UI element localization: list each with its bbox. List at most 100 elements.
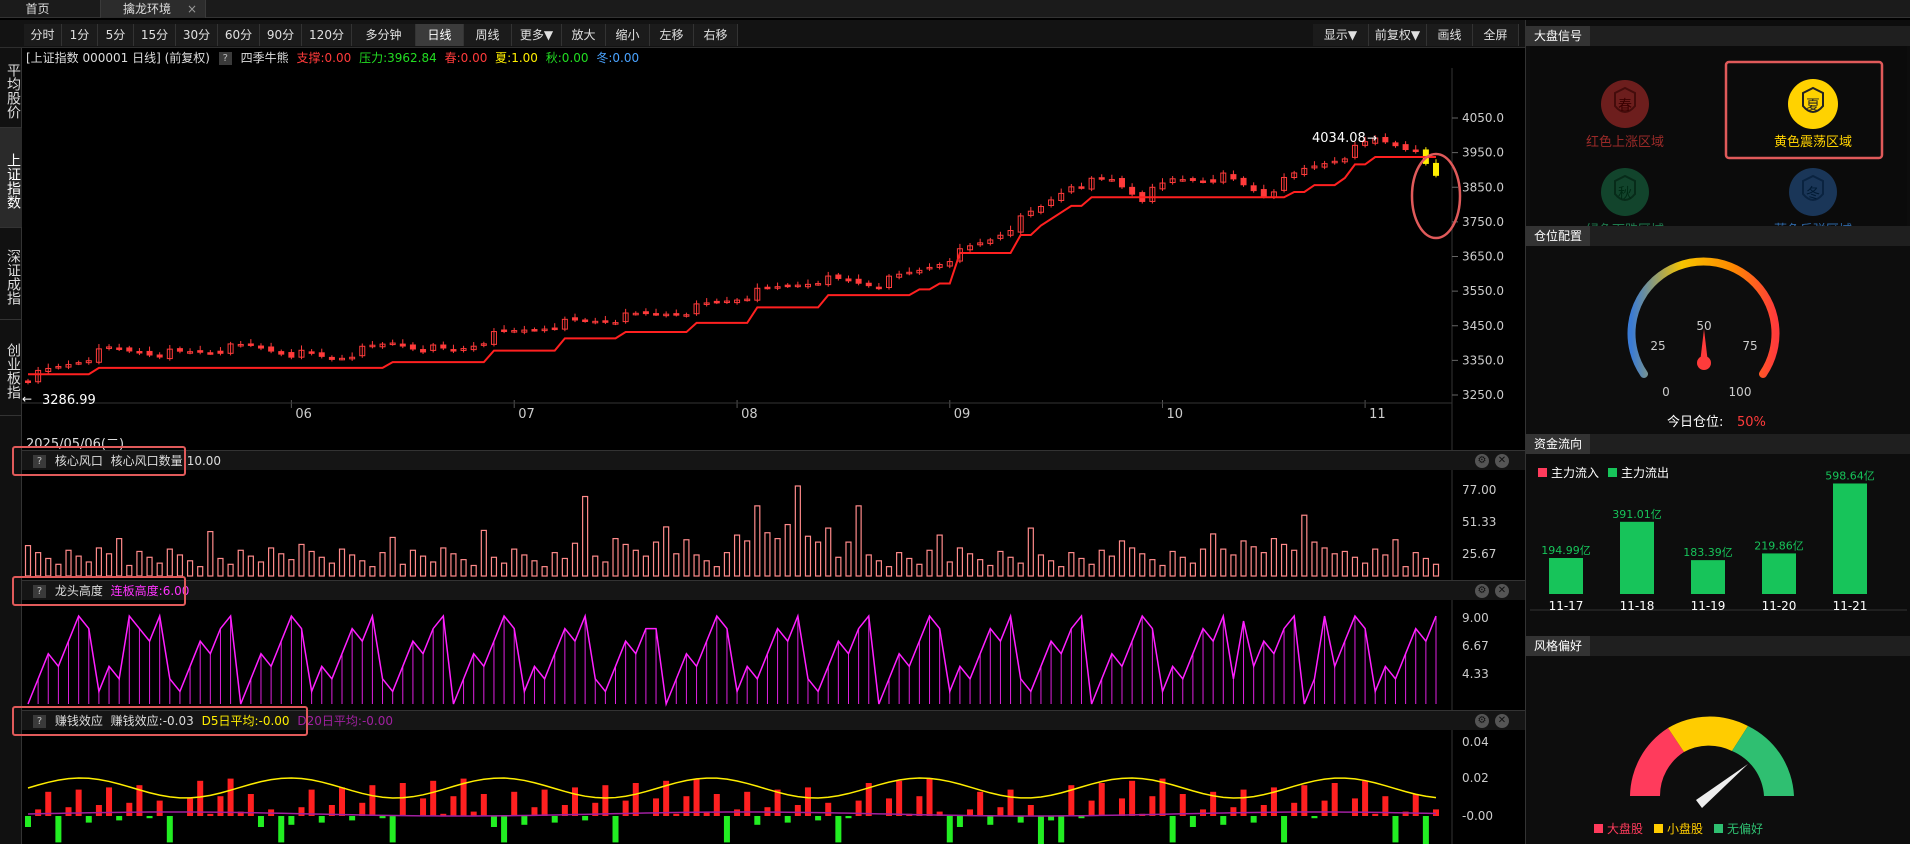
zoom-in-button[interactable]: 放大: [562, 24, 606, 46]
core-bar: [55, 563, 62, 577]
core-bar: [85, 561, 92, 577]
money-effect-chart[interactable]: 0.04 0.02 -0.00: [22, 730, 1525, 844]
money-effect-bar: [1291, 802, 1298, 816]
money-effect-bar: [825, 802, 832, 816]
money-effect-bar: [339, 787, 346, 816]
period-button-30m[interactable]: 30分: [176, 24, 218, 46]
period-button-weekly[interactable]: 周线: [464, 24, 512, 46]
money-effect-bar: [288, 816, 295, 825]
high-arrow-icon: →: [1367, 131, 1377, 145]
close-icon[interactable]: ✕: [1495, 584, 1509, 598]
flow-value-label: 183.39亿: [1683, 546, 1733, 559]
gear-icon[interactable]: ⚙: [1475, 584, 1489, 598]
move-left-button[interactable]: 左移: [650, 24, 694, 46]
flow-value-label: 598.64亿: [1825, 469, 1875, 482]
core-bar: [784, 523, 791, 577]
money-effect-bar: [1088, 800, 1095, 816]
move-right-button[interactable]: 右移: [694, 24, 738, 46]
close-icon[interactable]: ✕: [1495, 714, 1509, 728]
style-pref-title: 风格偏好: [1526, 636, 1591, 656]
money-effect-bar: [298, 807, 305, 816]
core-bar: [703, 560, 710, 577]
tab-dragon-env[interactable]: 擒龙环境 ×: [100, 0, 206, 18]
money-effect-bar: [187, 798, 194, 816]
candlestick-chart[interactable]: 4050.0 3950.0 3850.0 3750.0 3650.0 3550.0 3450…: [22, 68, 1525, 450]
period-button-multi[interactable]: 多分钟: [352, 24, 416, 46]
core-wind-chart[interactable]: 77.00 51.33 25.67: [22, 470, 1525, 580]
core-bar: [490, 556, 498, 577]
candle-body: [1230, 174, 1237, 180]
period-button-120m[interactable]: 120分: [302, 24, 352, 46]
sidebar-item-shenzhen[interactable]: 深证成指: [0, 228, 22, 320]
more-dropdown[interactable]: 更多▼: [512, 24, 562, 46]
sidebar-item-avg-price[interactable]: 平均股价: [0, 48, 22, 128]
money-effect-bar: [1007, 789, 1014, 816]
close-icon[interactable]: ✕: [1495, 454, 1509, 468]
candle-body: [1078, 186, 1085, 189]
legend-small-cap: 小盘股: [1667, 821, 1703, 836]
period-button-daily[interactable]: 日线: [416, 24, 464, 46]
candle-body: [845, 278, 852, 282]
money-effect-bar: [349, 816, 356, 821]
period-button-60m[interactable]: 60分: [218, 24, 260, 46]
core-bar: [1129, 547, 1136, 577]
core-bar: [237, 549, 244, 577]
money-effect-bar: [430, 780, 437, 816]
period-button-fenshi[interactable]: 分时: [24, 24, 62, 46]
money-effect-bar: [1260, 805, 1267, 816]
core-bar: [1007, 556, 1014, 577]
money-effect-bar: [1372, 813, 1379, 816]
adjust-dropdown[interactable]: 前复权▼: [1369, 24, 1427, 46]
candle-body: [653, 313, 660, 316]
core-bar: [754, 505, 761, 577]
money-effect-bar: [1189, 816, 1196, 827]
core-bar: [632, 549, 639, 577]
signal-spring-glyph: 春: [1618, 98, 1632, 114]
gear-icon[interactable]: ⚙: [1475, 454, 1489, 468]
sidebar-item-chinext[interactable]: 创业板指: [0, 320, 22, 416]
core-bar: [338, 548, 346, 577]
fullscreen-button[interactable]: 全屏: [1473, 24, 1519, 46]
draw-line-button[interactable]: 画线: [1427, 24, 1473, 46]
core-bar: [1301, 514, 1308, 577]
money-effect-bar: [956, 816, 963, 827]
tab-home[interactable]: 首页: [0, 0, 75, 18]
money-effect-bar: [673, 813, 680, 816]
candle-body: [126, 347, 133, 352]
money-effect-bar: [1362, 780, 1369, 816]
core-bar: [1159, 564, 1166, 577]
money-effect-bar: [977, 791, 984, 816]
sidebar-item-shanghai[interactable]: 上证指数: [0, 128, 22, 228]
period-button-5m[interactable]: 5分: [98, 24, 134, 46]
candle-body: [420, 349, 427, 353]
money-effect-bar: [257, 816, 264, 827]
period-button-1m[interactable]: 1分: [62, 24, 98, 46]
fund-flow-header: 资金流向: [1526, 434, 1910, 454]
chart-area: [上证指数 000001 日线] (前复权) ? 四季牛熊 支撑:0.00 压力…: [12, 48, 1525, 844]
dragon-height-chart[interactable]: 9.00 6.67 4.33: [22, 600, 1525, 710]
fund-flow-title: 资金流向: [1526, 434, 1591, 454]
money-effect-bar: [521, 816, 528, 825]
core-bar: [1341, 550, 1348, 577]
gear-icon[interactable]: ⚙: [1475, 714, 1489, 728]
core-bar: [207, 530, 214, 577]
close-icon[interactable]: ×: [187, 0, 197, 18]
money-effect-bar: [612, 816, 619, 843]
core-bar: [916, 563, 923, 577]
month-label: 07: [518, 407, 535, 422]
display-dropdown[interactable]: 显示▼: [1313, 24, 1369, 46]
core-bar: [956, 547, 964, 577]
core-bar: [146, 556, 153, 577]
core-bar: [774, 537, 781, 577]
period-button-90m[interactable]: 90分: [260, 24, 302, 46]
core-bar: [825, 527, 832, 577]
money-effect-bar: [896, 780, 903, 816]
money-effect-bar: [997, 807, 1004, 816]
money-effect-bar: [65, 807, 72, 816]
candle-body: [551, 327, 558, 331]
signal-summer-label: 黄色震荡区域: [1774, 134, 1852, 150]
core-bar: [349, 554, 356, 577]
zoom-out-button[interactable]: 缩小: [606, 24, 650, 46]
period-button-15m[interactable]: 15分: [134, 24, 176, 46]
help-icon[interactable]: ?: [218, 52, 232, 65]
